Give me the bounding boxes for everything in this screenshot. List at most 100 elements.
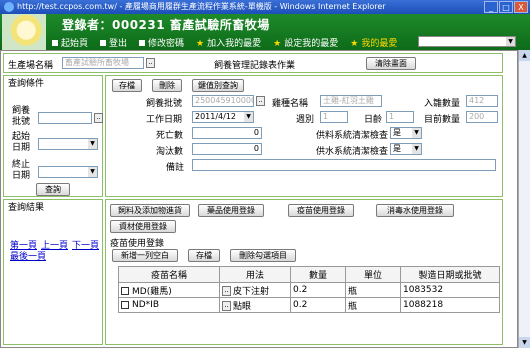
square-bullet-icon (52, 40, 58, 46)
tab-vaccine[interactable]: 疫苗使用登錄 (288, 204, 354, 217)
window-controls: _ □ X (484, 1, 528, 13)
note-field[interactable] (192, 159, 496, 171)
start-date-select[interactable]: ▼ (38, 138, 98, 150)
end-date-select[interactable]: ▼ (38, 166, 98, 178)
menu-add-favorite[interactable]: ★ 加入我的最愛 (196, 36, 261, 49)
start-date-label: 起始日期 (12, 132, 31, 153)
star-icon: ★ (350, 39, 359, 49)
cull-count-label: 淘汰數 (156, 147, 184, 157)
clear-screen-button[interactable]: 清除畫面 (366, 57, 416, 70)
batch-cell[interactable]: 1088218 (400, 297, 500, 313)
ie-icon (4, 2, 14, 12)
header-menu: 起始頁 登出 修改密碼 ★ 加入我的最愛 ★ 設定我的最愛 ★ 我的最愛 (52, 36, 397, 49)
unit-cell[interactable]: 瓶 (345, 282, 401, 298)
close-button[interactable]: X (514, 1, 528, 13)
chevron-down-icon: ▼ (506, 37, 515, 46)
next-page-link[interactable]: 下一頁 (72, 238, 99, 251)
unit-cell[interactable]: 瓶 (345, 297, 401, 313)
vaccine-section-title: 疫苗使用登錄 (110, 239, 165, 249)
form-batch-field[interactable]: 250045910000 (192, 95, 254, 107)
scroll-down-icon[interactable]: ▼ (519, 337, 530, 348)
col-usage: 用法 (219, 266, 291, 283)
batch-label: 飼養批號 (12, 106, 31, 127)
cull-count-field[interactable]: 0 (192, 143, 262, 155)
usage-cell[interactable]: .. 點眼 (219, 297, 291, 313)
feed-check-select[interactable]: 是 ▼ (390, 127, 422, 139)
tab-materials[interactable]: 資材使用登錄 (110, 220, 176, 233)
vaccine-save-button[interactable]: 存檔 (188, 249, 220, 262)
app-header: 登錄者：000231 畜產試驗所畜牧場 起始頁 登出 修改密碼 ★ 加入我的最愛 … (0, 14, 530, 50)
tab-medicine[interactable]: 藥品使用登錄 (198, 204, 264, 217)
detail-panel: 飼料及添加物進貨 藥品使用登錄 疫苗使用登錄 消毒水使用登錄 資材使用登錄 疫苗… (105, 199, 503, 345)
col-qty: 數量 (290, 266, 346, 283)
query-title: 查詢條件 (8, 79, 45, 89)
star-icon: ★ (273, 39, 282, 49)
feed-check-label: 供料系統清潔檢查 (316, 131, 389, 141)
breed-field[interactable]: 土雞-紅羽土雞 (320, 95, 382, 107)
save-button[interactable]: 存檔 (112, 79, 142, 92)
farm-field[interactable]: 畜產試驗所畜牧場 (62, 57, 144, 69)
section-title: 飼養管理記錄表作業 (214, 61, 296, 71)
menu-change-password[interactable]: 修改密碼 (139, 36, 184, 49)
menu-logout[interactable]: 登出 (100, 36, 127, 49)
square-bullet-icon (139, 40, 146, 46)
record-form: 存檔 刪除 鍵值別查詢 飼養批號 250045910000 .. 雞種名稱 土雞… (105, 75, 503, 197)
chick-logo (2, 14, 46, 50)
menu-set-favorite[interactable]: ★ 設定我的最愛 (273, 36, 338, 49)
minimize-button[interactable]: _ (484, 1, 498, 13)
day-age-label: 日齡 (364, 115, 383, 125)
row-checkbox[interactable] (121, 287, 129, 295)
query-batch-input[interactable] (38, 112, 92, 124)
dead-count-label: 死亡數 (156, 131, 184, 141)
add-blank-row-button[interactable]: 新增一列空白 (112, 249, 178, 262)
col-vaccine-name: 疫苗名稱 (118, 266, 220, 283)
scroll-up-icon[interactable]: ▲ (519, 50, 530, 61)
query-panel: 查詢條件 飼養批號 .. 起始日期 ▼ 終止日期 ▼ 查詢 (3, 75, 103, 197)
usage-cell[interactable]: .. 皮下注射 (219, 282, 291, 298)
results-panel: 查詢結果 第一頁 上一頁 下一頁 最後一頁 (3, 199, 103, 345)
farm-label: 生產場名稱 (8, 61, 54, 71)
current-qty-label: 目前數量 (424, 115, 461, 125)
breed-label: 雞種名稱 (272, 99, 309, 109)
form-batch-lookup-button[interactable]: .. (256, 96, 265, 106)
row-checkbox[interactable] (121, 300, 129, 309)
qty-cell[interactable]: 0.2 (290, 297, 346, 313)
favorites-select[interactable]: ▼ (418, 36, 516, 47)
batch-lookup-button[interactable]: .. (94, 113, 103, 123)
day-age-field[interactable]: 1 (386, 111, 414, 123)
last-page-link[interactable]: 最後一頁 (10, 249, 46, 262)
entry-qty-label: 入雛數量 (424, 99, 461, 109)
query-by-key-button[interactable]: 鍵值別查詢 (192, 79, 244, 92)
usage-lookup-button[interactable]: .. (222, 286, 231, 296)
maximize-button[interactable]: □ (499, 1, 513, 13)
delete-checked-button[interactable]: 刪除勾選項目 (230, 249, 296, 262)
chevron-down-icon: ▼ (412, 128, 421, 138)
current-qty-field[interactable]: 200 (466, 111, 498, 123)
batch-cell[interactable]: 1083532 (400, 282, 500, 298)
chevron-down-icon: ▼ (412, 144, 421, 154)
tab-feed-purchase[interactable]: 飼料及添加物進貨 (110, 204, 190, 217)
square-bullet-icon (100, 40, 107, 46)
tab-disinfectant[interactable]: 消毒水使用登錄 (376, 204, 454, 217)
query-button[interactable]: 查詢 (36, 183, 70, 196)
vaccine-table: 疫苗名稱 用法 數量 單位 製造日期或批號 MD(雞馬) .. 皮下注射 0.2 … (118, 266, 500, 313)
qty-cell[interactable]: 0.2 (290, 282, 346, 298)
vaccine-name-cell: MD(雞馬) (118, 282, 220, 298)
vaccine-name-cell: ND*IB (118, 297, 220, 313)
col-unit: 單位 (345, 266, 401, 283)
usage-lookup-button[interactable]: .. (222, 301, 231, 311)
menu-home[interactable]: 起始頁 (52, 36, 88, 49)
note-label: 備註 (166, 163, 185, 173)
farm-lookup-button[interactable]: .. (146, 58, 155, 68)
dead-count-field[interactable]: 0 (192, 127, 262, 139)
water-check-select[interactable]: 是 ▼ (390, 143, 422, 155)
vertical-scrollbar[interactable]: ▲ ▼ (518, 50, 530, 348)
delete-button[interactable]: 刪除 (152, 79, 182, 92)
entry-qty-field[interactable]: 412 (466, 95, 498, 107)
top-bar: 生產場名稱 畜產試驗所畜牧場 .. 飼養管理記錄表作業 清除畫面 (3, 53, 503, 73)
vaccine-table-header: 疫苗名稱 用法 數量 單位 製造日期或批號 (118, 266, 500, 283)
work-date-select[interactable]: 2011/4/12 ▼ (192, 111, 254, 123)
menu-my-favorites[interactable]: ★ 我的最愛 (350, 36, 397, 49)
week-field[interactable]: 1 (320, 111, 348, 123)
form-batch-label: 飼養批號 (146, 99, 183, 109)
